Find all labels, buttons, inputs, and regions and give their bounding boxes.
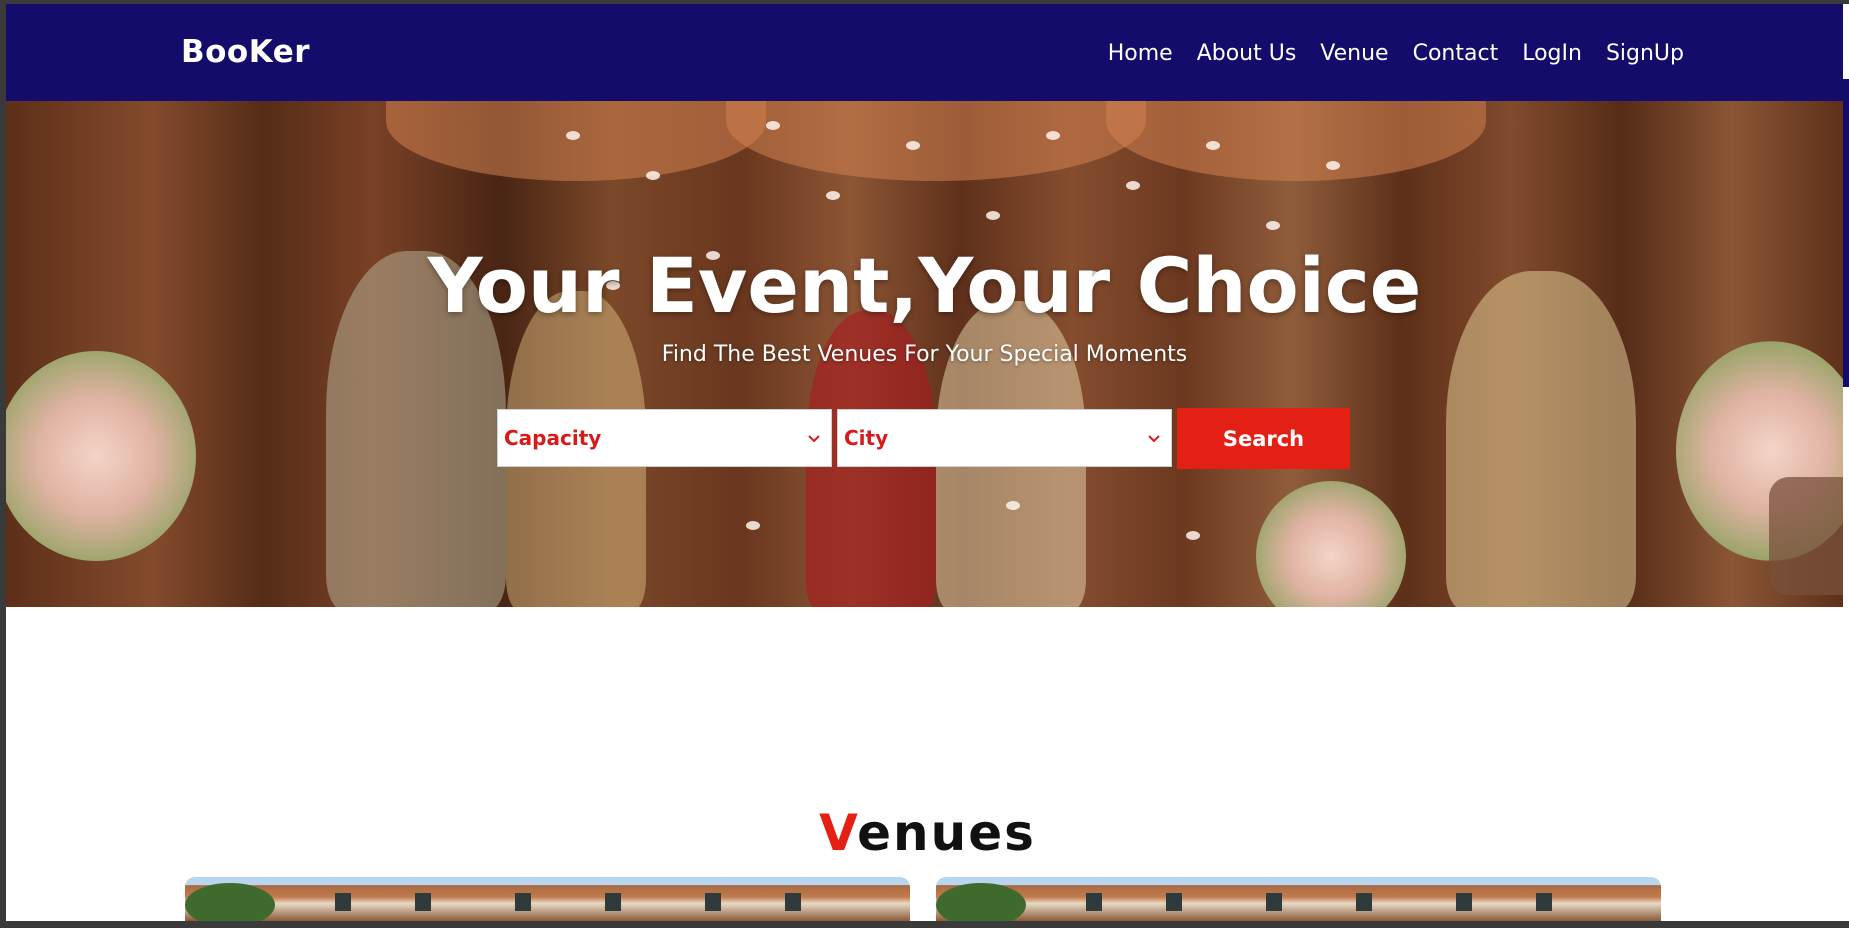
venues-heading-text: enues bbox=[857, 804, 1036, 862]
venues-heading: Venues bbox=[6, 804, 1849, 862]
nav-contact[interactable]: Contact bbox=[1413, 41, 1499, 66]
window bbox=[1356, 893, 1372, 911]
window bbox=[1086, 893, 1102, 911]
main-nav: Home About Us Venue Contact LogIn SignUp bbox=[1108, 41, 1684, 66]
window bbox=[1166, 893, 1182, 911]
petal bbox=[766, 121, 780, 130]
nav-login[interactable]: LogIn bbox=[1522, 41, 1582, 66]
petal bbox=[1006, 501, 1020, 510]
flower-decoration bbox=[6, 351, 196, 561]
window bbox=[605, 893, 621, 911]
petal bbox=[1326, 161, 1340, 170]
scrollbar-edge bbox=[1843, 4, 1849, 79]
venue-card-image bbox=[936, 883, 1026, 921]
venue-card-image bbox=[185, 883, 275, 921]
nav-venue[interactable]: Venue bbox=[1320, 41, 1388, 66]
petal bbox=[986, 211, 1000, 220]
search-button[interactable]: Search bbox=[1177, 408, 1350, 469]
browser-viewport: BooKer Home About Us Venue Contact LogIn… bbox=[6, 4, 1849, 921]
petal bbox=[566, 131, 580, 140]
petal bbox=[746, 521, 760, 530]
drape-decoration bbox=[1106, 101, 1486, 181]
window bbox=[415, 893, 431, 911]
nav-home[interactable]: Home bbox=[1108, 41, 1173, 66]
venue-search-form: Capacity City Search bbox=[497, 408, 1350, 469]
flower-decoration bbox=[1256, 481, 1406, 607]
petal bbox=[1186, 531, 1200, 540]
window bbox=[1456, 893, 1472, 911]
side-strip bbox=[1843, 101, 1849, 387]
window bbox=[785, 893, 801, 911]
venues-heading-accent: V bbox=[819, 804, 858, 862]
brand-logo[interactable]: BooKer bbox=[181, 34, 310, 70]
side-thumbnail bbox=[1769, 477, 1843, 595]
capacity-select[interactable]: Capacity bbox=[497, 409, 832, 467]
petal bbox=[1206, 141, 1220, 150]
window bbox=[515, 893, 531, 911]
window bbox=[1536, 893, 1552, 911]
drape-decoration bbox=[386, 101, 766, 181]
venue-card[interactable] bbox=[185, 877, 910, 921]
window bbox=[1266, 893, 1282, 911]
petal bbox=[826, 191, 840, 200]
window bbox=[705, 893, 721, 911]
petal bbox=[646, 171, 660, 180]
venue-card[interactable] bbox=[936, 877, 1661, 921]
city-select[interactable]: City bbox=[837, 409, 1172, 467]
petal bbox=[1126, 181, 1140, 190]
chevron-down-icon bbox=[1147, 429, 1161, 448]
petal bbox=[1046, 131, 1060, 140]
hero-subtitle: Find The Best Venues For Your Special Mo… bbox=[661, 342, 1188, 367]
navbar: BooKer Home About Us Venue Contact LogIn… bbox=[6, 4, 1849, 101]
hero-title: Your Event,Your Choice bbox=[427, 241, 1422, 330]
window bbox=[335, 893, 351, 911]
capacity-select-value: Capacity bbox=[504, 426, 602, 450]
chevron-down-icon bbox=[807, 429, 821, 448]
city-select-value: City bbox=[844, 426, 889, 450]
drape-decoration bbox=[726, 101, 1146, 181]
nav-about-us[interactable]: About Us bbox=[1197, 41, 1297, 66]
petal bbox=[1266, 221, 1280, 230]
nav-signup[interactable]: SignUp bbox=[1606, 41, 1684, 66]
hero-banner: Your Event,Your Choice Find The Best Ven… bbox=[6, 101, 1843, 607]
petal bbox=[906, 141, 920, 150]
